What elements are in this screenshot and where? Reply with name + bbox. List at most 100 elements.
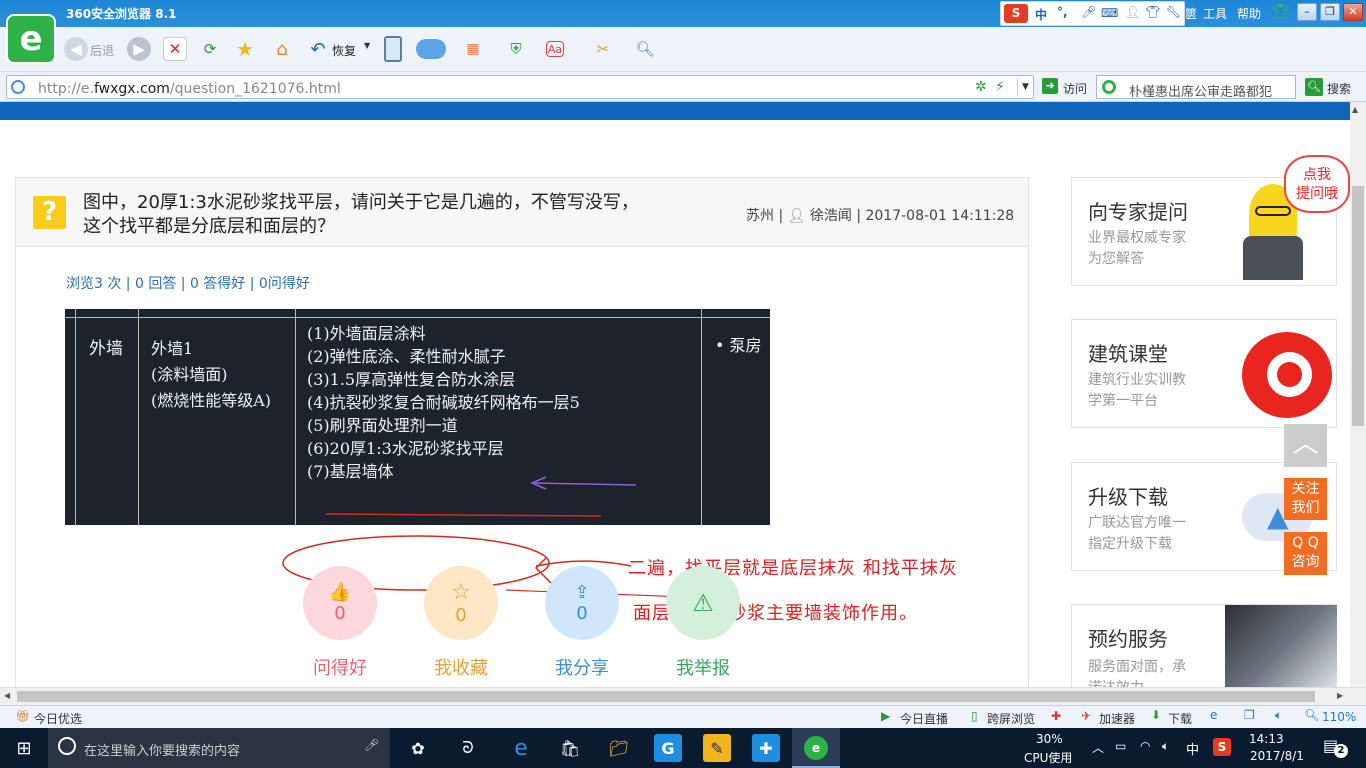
url-input[interactable]: http://e.fwxgx.com/question_1621076.html… (6, 75, 1034, 99)
ime-lang-toggle[interactable]: 中 (1035, 6, 1047, 23)
file-explorer-icon[interactable]: 📁︎ (605, 734, 633, 762)
user-icon[interactable]: 👤︎ (1125, 5, 1140, 19)
share-label[interactable]: 我分享 (537, 654, 627, 680)
battery-icon[interactable]: ▭ (1115, 739, 1126, 753)
search-icon[interactable]: 🔍︎ (1305, 78, 1323, 96)
tray-expand-icon[interactable]: ︿ (1092, 739, 1104, 756)
wrench-icon[interactable]: 🔧︎ (1166, 5, 1181, 19)
cross-screen-link[interactable]: 跨屏浏览 (987, 710, 1035, 727)
ime-punct-toggle[interactable]: °, (1057, 5, 1068, 19)
volume-icon[interactable]: 🔈︎ (1275, 708, 1282, 723)
question-author[interactable]: 徐浩闻 (810, 208, 852, 224)
notes-icon[interactable]: ✎ (703, 734, 731, 762)
taskbar-360-active[interactable]: e (792, 728, 840, 768)
screenshot-icon[interactable]: ✂ (591, 37, 615, 61)
scroll-left-icon[interactable]: ◀ (4, 691, 10, 700)
vertical-scrollbar[interactable]: ▲ (1350, 102, 1366, 687)
zoom-icon[interactable]: 🔍︎ (1304, 708, 1319, 722)
clock-time[interactable]: 14:13 (1249, 732, 1284, 746)
zoom-level[interactable]: 110% (1322, 710, 1356, 724)
taskview-icon[interactable]: ✿ (404, 734, 432, 762)
phone-icon[interactable] (384, 36, 402, 62)
cloud-icon[interactable] (416, 39, 446, 59)
download-icon[interactable]: ⬇ (1151, 708, 1161, 722)
favorite-label[interactable]: 我收藏 (416, 654, 506, 680)
question-location[interactable]: 苏州 (746, 208, 774, 224)
browser-logo-icon[interactable]: e (6, 14, 56, 64)
ie-icon[interactable]: e (1210, 708, 1217, 722)
menu-partial[interactable]: 篋 (1185, 5, 1197, 22)
sogou-tray-icon[interactable]: S (1213, 738, 1231, 756)
scroll-up-icon[interactable]: ▲ (1352, 105, 1358, 114)
course-card[interactable]: 建筑课堂 建筑行业实训教 学第一平台 (1071, 319, 1337, 428)
store-icon[interactable]: 🛍︎ (556, 734, 584, 762)
search-button[interactable]: 搜索 (1327, 80, 1351, 97)
app-g-icon[interactable]: G (654, 734, 682, 762)
translate-icon[interactable]: Aa (546, 41, 564, 57)
undo-icon[interactable]: ↶ (306, 37, 330, 61)
gift-icon[interactable]: 🎁︎ (15, 709, 30, 723)
windows-start-icon[interactable]: ⊞ (10, 734, 38, 762)
menu-help[interactable]: 帮助 (1237, 5, 1261, 22)
today-pick-link[interactable]: 今日优选 (34, 710, 82, 727)
accelerator-link[interactable]: 加速器 (1099, 710, 1135, 727)
secure-icon[interactable]: ✲ (975, 79, 987, 95)
home-icon[interactable]: ⌂ (270, 37, 294, 61)
search-engine-icon[interactable] (1102, 80, 1116, 94)
keyboard-icon[interactable]: ⌨ (1101, 6, 1118, 20)
visit-arrow-icon[interactable]: ➜ (1042, 78, 1058, 94)
url-dropdown-icon[interactable]: ▼ (1017, 78, 1033, 96)
microphone-icon[interactable]: 🎤︎ (1081, 5, 1096, 19)
follow-us-button[interactable]: 关注 我们 (1284, 478, 1327, 520)
restore-label[interactable]: 恢复 (332, 42, 356, 59)
like-label[interactable]: 问得好 (295, 654, 385, 680)
download-link[interactable]: 下载 (1168, 710, 1192, 727)
minimize-button[interactable]: – (1297, 3, 1317, 21)
window-icon[interactable]: ❐ (1244, 708, 1255, 722)
report-button[interactable]: ⚠ (666, 566, 740, 640)
speed-mode-icon[interactable]: ⚡ (995, 79, 1005, 95)
edge-icon[interactable]: e (507, 734, 535, 762)
refresh-icon[interactable]: ⟳ (198, 37, 222, 61)
search-input[interactable]: 朴槿惠出席公审走路都犯 (1096, 75, 1296, 100)
speaker-icon[interactable]: 🔈︎ (1162, 739, 1169, 754)
report-label[interactable]: 我举报 (658, 654, 748, 680)
hscroll-thumb[interactable] (17, 691, 1315, 702)
browser-swirl-icon[interactable]: ᘐ (454, 734, 482, 762)
apps-icon[interactable]: ▦ (461, 37, 485, 61)
taskbar-mic-icon[interactable]: 🎤︎ (364, 738, 379, 752)
scroll-thumb[interactable] (1352, 186, 1364, 426)
forward-icon[interactable]: ▶ (127, 37, 151, 61)
close-button[interactable]: ✕ (1343, 3, 1363, 21)
scroll-right-icon[interactable]: ▶ (1337, 691, 1343, 700)
question-image[interactable]: 外墙 外墙1 (涂料墙面) (燃烧性能等级A) (1)外墙面层涂料 (2)弹性底… (65, 309, 770, 525)
live-icon[interactable]: ▶ (881, 709, 890, 723)
ime-indicator[interactable]: 中 (1186, 739, 1199, 758)
back-icon[interactable]: ◀ (64, 37, 88, 61)
app-plus-icon[interactable]: ✚ (752, 734, 780, 762)
qq-consult-button[interactable]: Q Q 咨询 (1284, 532, 1327, 575)
shirt-icon[interactable]: 👕︎ (1272, 4, 1290, 20)
shield-icon[interactable]: ⛨ (504, 37, 528, 61)
ask-bubble[interactable]: 点我 提问哦 (1284, 155, 1350, 213)
back-to-top-button[interactable]: ︿ (1284, 424, 1327, 467)
medical-icon[interactable]: ✚ (1051, 709, 1061, 723)
accelerator-icon[interactable]: ✈ (1081, 709, 1091, 723)
booking-card[interactable]: 预约服务 服务面对面，承 诺达效力 (1071, 604, 1337, 687)
favorite-button[interactable]: ☆ 0 (424, 566, 498, 640)
horizontal-scrollbar[interactable]: ◀ ▶ (0, 687, 1366, 705)
wifi-icon[interactable]: ◠ (1140, 739, 1150, 753)
restore-dropdown-icon[interactable]: ▼ (364, 41, 370, 50)
sogou-icon[interactable]: S (1004, 4, 1028, 23)
favorite-star-icon[interactable]: ★ (233, 37, 257, 61)
back-label[interactable]: 后退 (90, 42, 114, 59)
search-zoom-icon[interactable]: 🔍︎ (633, 37, 657, 61)
live-link[interactable]: 今日直播 (900, 710, 948, 727)
visit-button[interactable]: 访问 (1063, 80, 1087, 97)
clock-date[interactable]: 2017/8/1 (1250, 749, 1304, 763)
like-button[interactable]: 👍 0 (303, 566, 377, 640)
skin-icon[interactable]: 👕︎ (1145, 5, 1160, 19)
taskbar-search-box[interactable]: 在这里输入你要搜索的内容 🎤︎ (48, 728, 390, 768)
restore-button[interactable]: ❐ (1320, 3, 1340, 21)
menu-tools[interactable]: 工具 (1203, 5, 1227, 22)
